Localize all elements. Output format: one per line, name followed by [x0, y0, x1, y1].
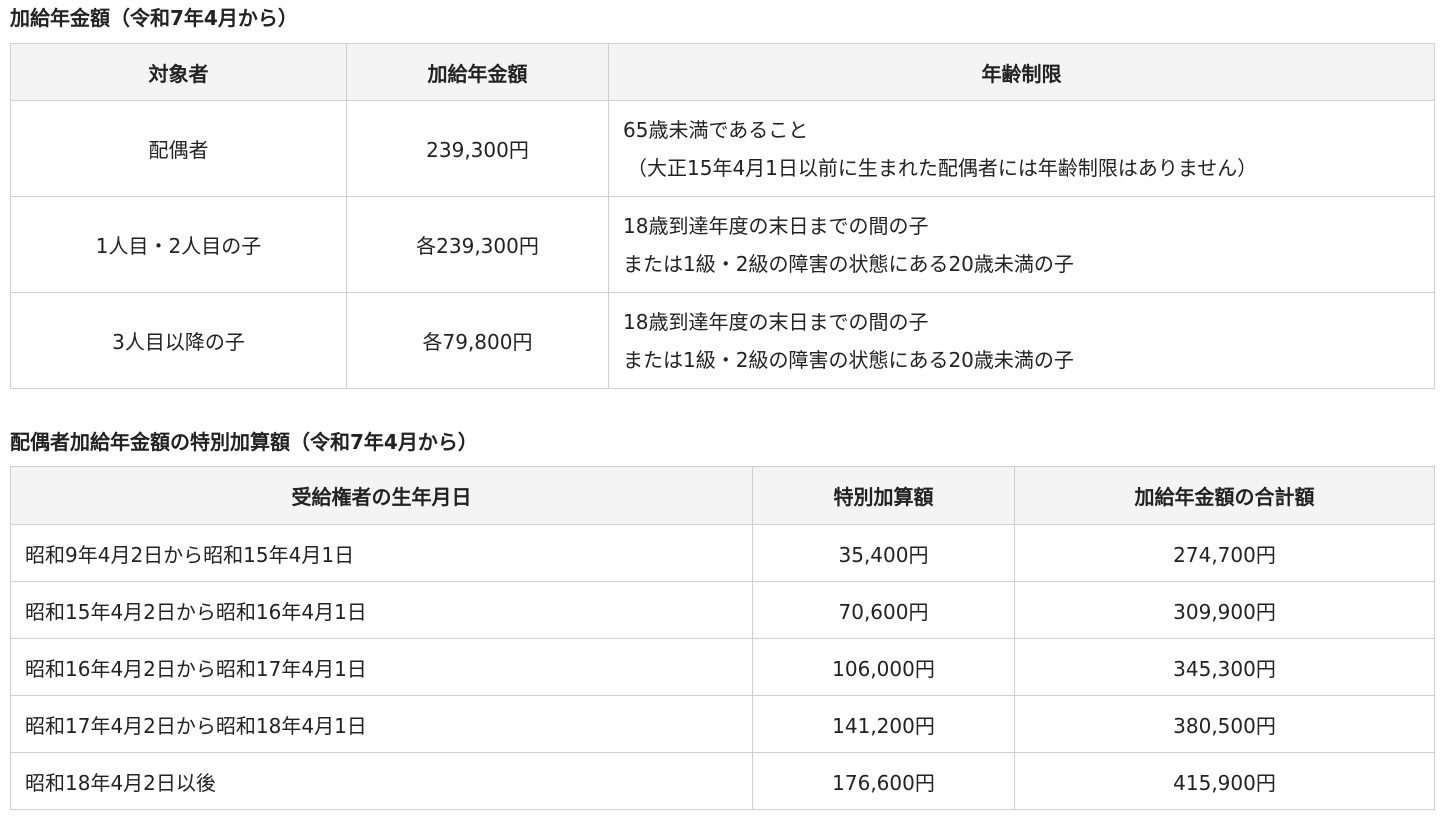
age-limit-line: 18歳到達年度の末日までの間の子	[623, 309, 929, 334]
cell-birth-date: 昭和17年4月2日から昭和18年4月1日	[10, 695, 753, 753]
header-amount: 加給年金額	[346, 43, 609, 101]
cell-birth-date: 昭和15年4月2日から昭和16年4月1日	[10, 581, 753, 639]
age-limit-line: または1級・2級の障害の状態にある20歳未満の子	[623, 347, 1074, 372]
cell-birth-date: 昭和18年4月2日以後	[10, 752, 753, 810]
header-total-amount: 加給年金額の合計額	[1014, 466, 1435, 525]
cell-amount: 各79,800円	[346, 292, 609, 389]
age-limit-line: 18歳到達年度の末日までの間の子	[623, 213, 929, 238]
cell-amount: 各239,300円	[346, 196, 609, 293]
table-row: 1人目・2人目の子 各239,300円 18歳到達年度の末日までの間の子 または…	[10, 196, 1435, 293]
cell-target: 配偶者	[10, 100, 347, 197]
age-limit-line: 65歳未満であること	[623, 117, 809, 142]
cell-special-amount: 141,200円	[752, 695, 1015, 753]
cell-total-amount: 415,900円	[1014, 752, 1435, 810]
cell-total-amount: 274,700円	[1014, 524, 1435, 582]
age-limit-line: （大正15年4月1日以前に生まれた配偶者には年齢制限はありません）	[627, 155, 1258, 180]
special-addition-table: 受給権者の生年月日 特別加算額 加給年金額の合計額 昭和9年4月2日から昭和15…	[10, 466, 1435, 810]
cell-total-amount: 345,300円	[1014, 638, 1435, 696]
header-birth-date: 受給権者の生年月日	[10, 466, 753, 525]
table-row: 昭和17年4月2日から昭和18年4月1日 141,200円 380,500円	[10, 695, 1435, 753]
section-title-special-addition: 配偶者加給年金額の特別加算額（令和7年4月から）	[10, 430, 478, 454]
cell-total-amount: 380,500円	[1014, 695, 1435, 753]
cell-special-amount: 106,000円	[752, 638, 1015, 696]
cell-birth-date: 昭和16年4月2日から昭和17年4月1日	[10, 638, 753, 696]
table-row: 昭和15年4月2日から昭和16年4月1日 70,600円 309,900円	[10, 581, 1435, 639]
cell-age-limit: 65歳未満であること （大正15年4月1日以前に生まれた配偶者には年齢制限はあり…	[608, 100, 1435, 197]
cell-special-amount: 70,600円	[752, 581, 1015, 639]
cell-age-limit: 18歳到達年度の末日までの間の子 または1級・2級の障害の状態にある20歳未満の…	[608, 196, 1435, 293]
cell-special-amount: 176,600円	[752, 752, 1015, 810]
cell-target: 3人目以降の子	[10, 292, 347, 389]
cell-total-amount: 309,900円	[1014, 581, 1435, 639]
table-row: 配偶者 239,300円 65歳未満であること （大正15年4月1日以前に生まれ…	[10, 100, 1435, 197]
header-target: 対象者	[10, 43, 347, 101]
header-special-amount: 特別加算額	[752, 466, 1015, 525]
age-limit-line: または1級・2級の障害の状態にある20歳未満の子	[623, 251, 1074, 276]
table-header-row: 対象者 加給年金額 年齢制限	[10, 43, 1435, 101]
table-header-row: 受給権者の生年月日 特別加算額 加給年金額の合計額	[10, 466, 1435, 525]
cell-target: 1人目・2人目の子	[10, 196, 347, 293]
table-row: 3人目以降の子 各79,800円 18歳到達年度の末日までの間の子 または1級・…	[10, 292, 1435, 389]
table-row: 昭和9年4月2日から昭和15年4月1日 35,400円 274,700円	[10, 524, 1435, 582]
additional-pension-table: 対象者 加給年金額 年齢制限 配偶者 239,300円 65歳未満であること （…	[10, 43, 1435, 389]
cell-age-limit: 18歳到達年度の末日までの間の子 または1級・2級の障害の状態にある20歳未満の…	[608, 292, 1435, 389]
header-age-limit: 年齢制限	[608, 43, 1435, 101]
cell-special-amount: 35,400円	[752, 524, 1015, 582]
table-row: 昭和18年4月2日以後 176,600円 415,900円	[10, 752, 1435, 810]
section-title-additional-pension: 加給年金額（令和7年4月から）	[10, 6, 298, 30]
table-row: 昭和16年4月2日から昭和17年4月1日 106,000円 345,300円	[10, 638, 1435, 696]
cell-amount: 239,300円	[346, 100, 609, 197]
cell-birth-date: 昭和9年4月2日から昭和15年4月1日	[10, 524, 753, 582]
